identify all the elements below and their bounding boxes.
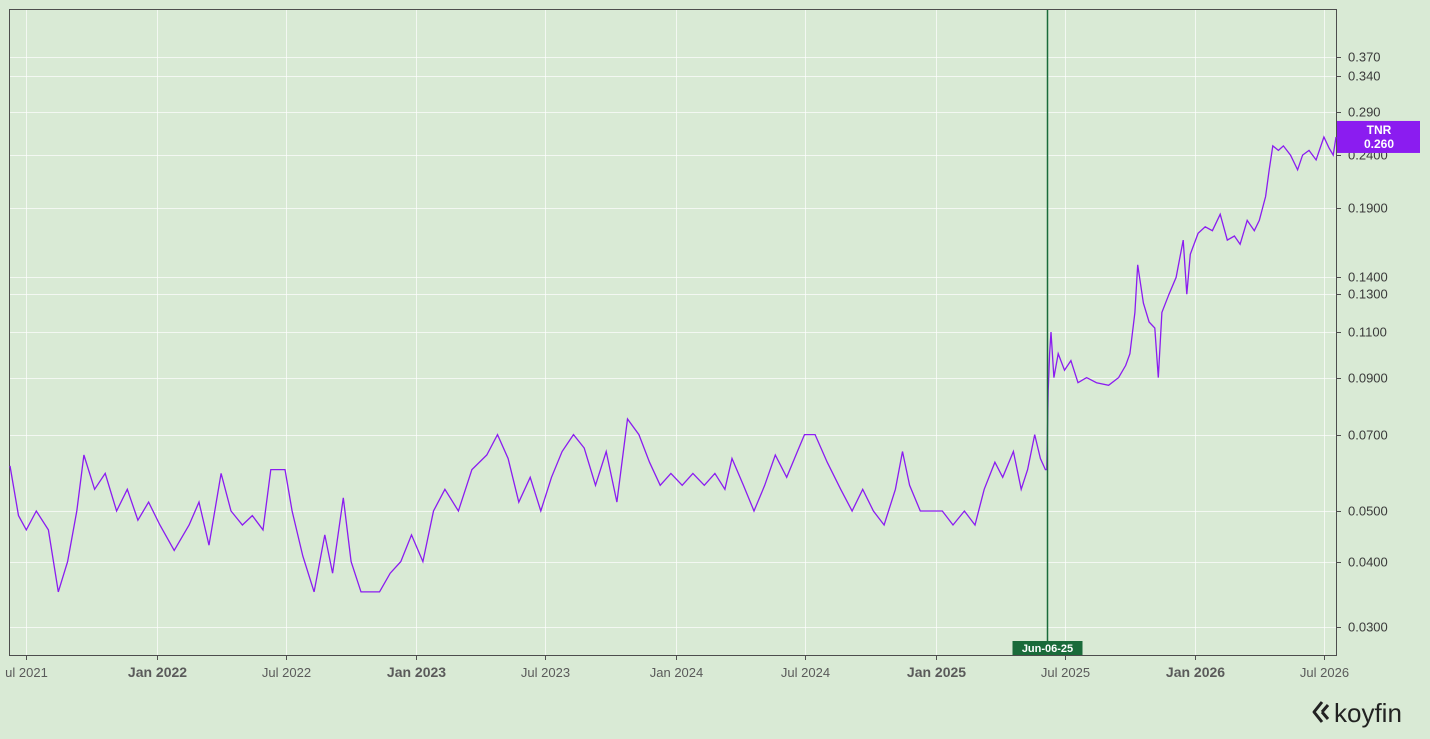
x-tick-label: Jan 2023 xyxy=(387,664,446,680)
x-tick-label: Jul 2024 xyxy=(781,665,830,680)
y-tick-label: 0.1400 xyxy=(1348,270,1388,285)
y-tick-label: 0.1300 xyxy=(1348,287,1388,302)
y-tick-label: 0.1900 xyxy=(1348,201,1388,216)
koyfin-wordmark: koyfin xyxy=(1334,698,1402,728)
y-tick-label: 0.0700 xyxy=(1348,428,1388,443)
y-tick-label: 0.0500 xyxy=(1348,504,1388,519)
y-tick-label: 0.340 xyxy=(1348,69,1381,84)
x-tick-label: Jan 2022 xyxy=(128,664,187,680)
x-tick-label: Jul 2022 xyxy=(262,665,311,680)
last-price-badge: TNR0.260 xyxy=(1337,120,1420,153)
y-tick-label: 0.290 xyxy=(1348,105,1381,120)
marker-label: Jun-06-25 xyxy=(1022,643,1073,655)
x-tick-label: Jan 2026 xyxy=(1166,664,1225,680)
x-tick-label: Jan 2025 xyxy=(907,664,966,680)
x-tick-label: Jan 2024 xyxy=(650,665,704,680)
chart-background xyxy=(0,0,1430,739)
y-tick-label: 0.370 xyxy=(1348,50,1381,65)
y-tick-label: 0.1100 xyxy=(1348,325,1387,340)
y-tick-label: 0.0300 xyxy=(1348,620,1388,635)
price-chart[interactable]: Jun-06-25 0.3700.3400.2900.24000.19000.1… xyxy=(0,0,1430,739)
x-tick-label: Jul 2026 xyxy=(1300,665,1349,680)
x-tick-label: Jul 2023 xyxy=(521,665,570,680)
x-tick-label: ul 2021 xyxy=(5,665,48,680)
y-tick-label: 0.0400 xyxy=(1348,555,1388,570)
x-tick-label: Jul 2025 xyxy=(1041,665,1090,680)
y-tick-label: 0.0900 xyxy=(1348,371,1388,386)
badge-value: 0.260 xyxy=(1364,137,1394,151)
badge-series-name: TNR xyxy=(1367,123,1392,137)
